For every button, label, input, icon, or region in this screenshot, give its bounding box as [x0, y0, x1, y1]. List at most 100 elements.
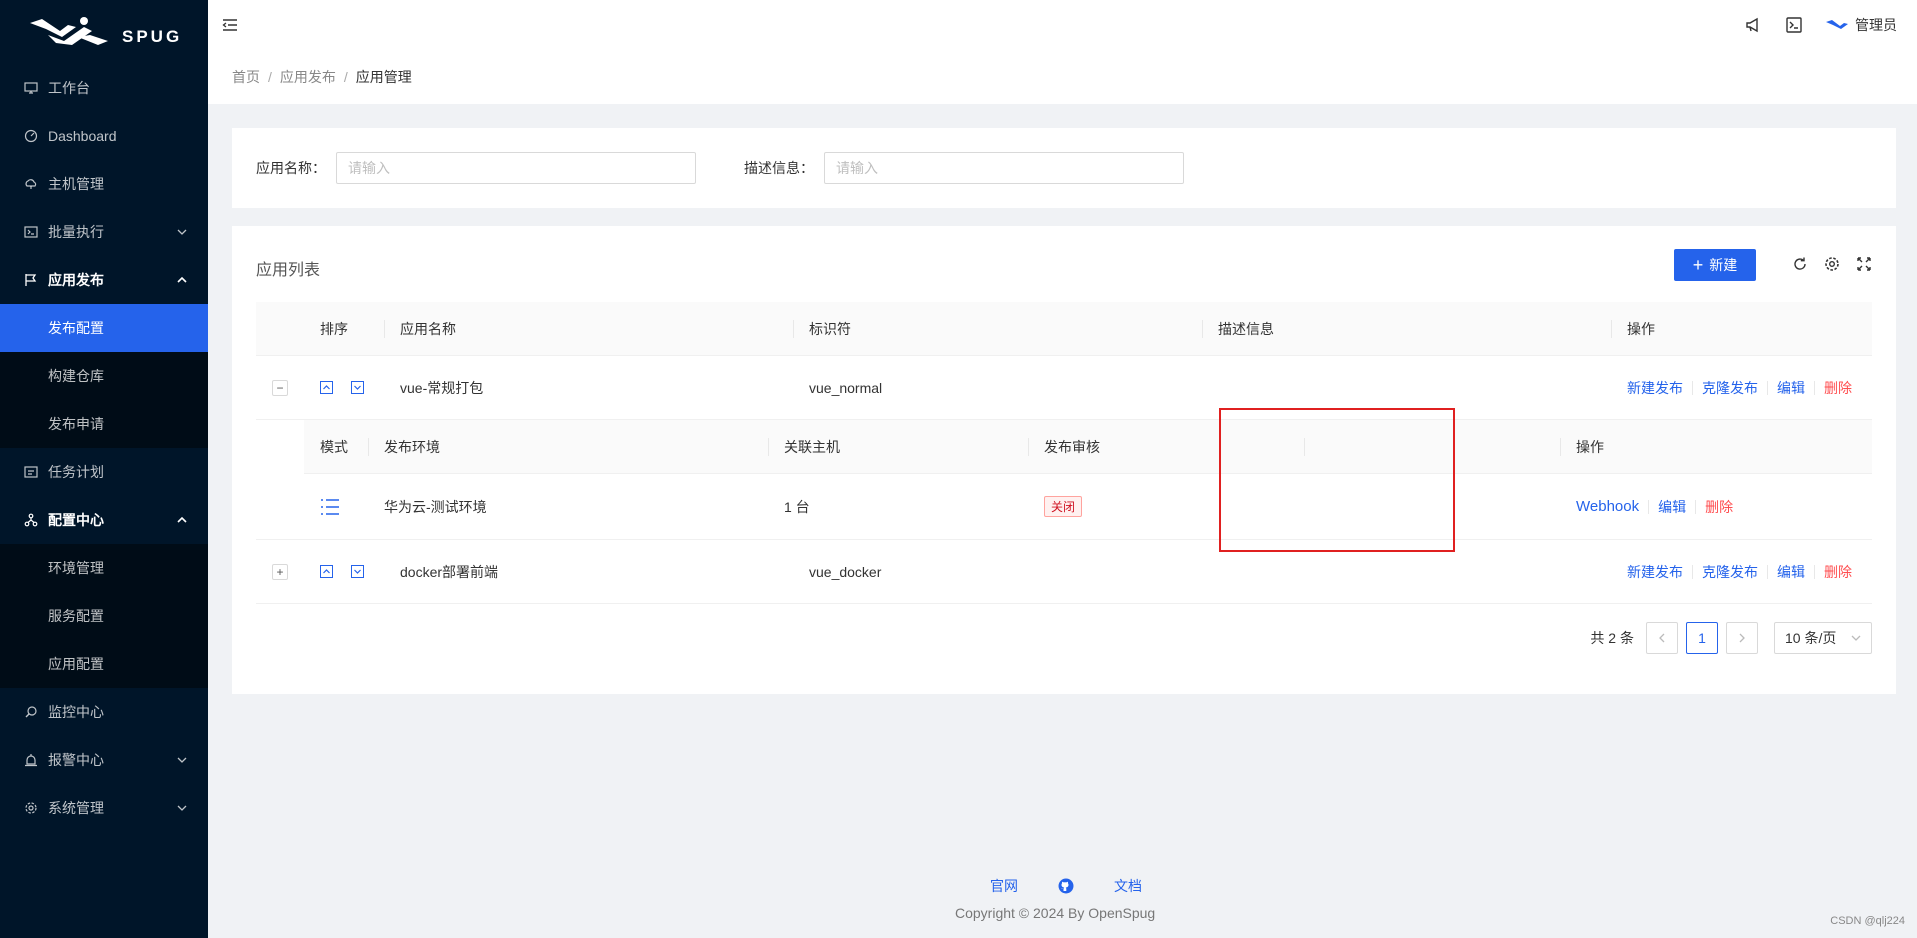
sidebar-item-label: 应用发布 [48, 272, 104, 288]
collapse-row-button[interactable]: − [272, 379, 288, 396]
column-header-desc: 描述信息 [1218, 320, 1274, 337]
nested-table: 模式 发布环境 关联主机 发布审核 操作 华为云-测试环境 1 台 关闭 Web… [304, 420, 1872, 540]
page-1-button[interactable]: 1 [1686, 622, 1718, 654]
watermark-text: CSDN @qlj224 [1830, 915, 1905, 927]
chevron-left-icon [1659, 633, 1665, 643]
column-header-audit: 发布审核 [1044, 438, 1100, 455]
table-row: + docker部署前端 vue_docker 新建发布 克隆发布 编辑 删除 [256, 540, 1872, 604]
sidebar-item-monitor[interactable]: 监控中心 [0, 688, 208, 736]
terminal-icon[interactable] [1785, 16, 1803, 34]
cloud-server-icon [24, 177, 38, 191]
expand-row-button[interactable]: + [272, 563, 288, 580]
sidebar-item-deploy[interactable]: 应用发布 [0, 256, 208, 304]
chevron-down-icon [177, 757, 187, 763]
delete-link[interactable]: 删除 [1824, 378, 1852, 398]
sidebar-subitem-service-config[interactable]: 服务配置 [0, 592, 208, 640]
avatar [1826, 20, 1848, 29]
user-menu[interactable]: 管理员 [1825, 15, 1897, 35]
row-actions: 新建发布 克隆发布 编辑 删除 [1627, 356, 1852, 419]
column-header-env: 发布环境 [384, 438, 440, 455]
chevron-up-icon [177, 276, 187, 283]
chevron-down-icon [177, 229, 187, 235]
move-up-icon[interactable] [320, 381, 333, 394]
top-header: 管理员 [208, 0, 1917, 50]
delete-link[interactable]: 删除 [1824, 562, 1852, 582]
sidebar-item-schedule[interactable]: 任务计划 [0, 448, 208, 496]
move-down-icon[interactable] [351, 565, 364, 578]
table-header: 排序 应用名称 标识符 描述信息 操作 [256, 302, 1872, 356]
breadcrumb-deploy[interactable]: 应用发布 [280, 67, 336, 87]
spug-logo-icon [30, 17, 108, 45]
sidebar-subitem-deploy-config[interactable]: 发布配置 [0, 304, 208, 352]
webhook-link[interactable]: Webhook [1576, 498, 1639, 515]
terminal-icon [24, 225, 38, 239]
sidebar-subitem-app-config[interactable]: 应用配置 [0, 640, 208, 688]
column-header-actions: 操作 [1627, 320, 1655, 337]
column-header-mode: 模式 [320, 438, 348, 455]
row-actions: 新建发布 克隆发布 编辑 删除 [1627, 540, 1852, 603]
logo-text: SPUG [122, 27, 183, 46]
footer-docs-link[interactable]: 文档 [1114, 876, 1142, 896]
footer-official-site-link[interactable]: 官网 [990, 876, 1018, 896]
new-app-button[interactable]: + 新建 [1674, 249, 1756, 281]
github-icon[interactable] [1058, 878, 1074, 894]
next-page-button[interactable] [1726, 622, 1758, 654]
reload-icon[interactable] [1792, 256, 1808, 272]
app-name-label: 应用名称： [256, 160, 326, 176]
delete-link[interactable]: 删除 [1705, 497, 1733, 517]
edit-link[interactable]: 编辑 [1777, 562, 1805, 582]
hosts-cell: 1 台 [784, 498, 810, 515]
notification-icon[interactable] [1745, 16, 1763, 34]
copyright-text: Copyright © 2024 By OpenSpug [955, 905, 1156, 921]
edit-link[interactable]: 编辑 [1658, 497, 1686, 517]
new-deploy-link[interactable]: 新建发布 [1627, 378, 1683, 398]
sidebar-item-alarm[interactable]: 报警中心 [0, 736, 208, 784]
audit-status-badge: 关闭 [1044, 496, 1083, 517]
column-header-name: 应用名称 [400, 320, 456, 337]
logo[interactable]: SPUG [0, 0, 208, 64]
table-row: − vue-常规打包 vue_normal 新建发布 克隆发布 编辑 删除 [256, 356, 1872, 420]
app-key-cell: vue_normal [809, 379, 883, 396]
filter-bar: 应用名称： 描述信息： [232, 128, 1896, 208]
sidebar-item-dashboard[interactable]: Dashboard [0, 112, 208, 160]
gear-icon[interactable] [1824, 256, 1840, 272]
sidebar-item-label: 配置中心 [48, 512, 104, 528]
schedule-icon [24, 465, 38, 479]
clone-deploy-link[interactable]: 克隆发布 [1702, 562, 1758, 582]
column-header-nested-actions: 操作 [1576, 438, 1604, 455]
fullscreen-icon[interactable] [1856, 256, 1872, 272]
sidebar-item-hosts[interactable]: 主机管理 [0, 160, 208, 208]
deployment-icon [24, 513, 38, 527]
clone-deploy-link[interactable]: 克隆发布 [1702, 378, 1758, 398]
chevron-down-icon [177, 805, 187, 811]
page-size-select[interactable]: 10 条/页 [1774, 622, 1872, 654]
app-name-input[interactable] [336, 152, 696, 184]
column-header-sort: 排序 [320, 320, 348, 337]
sidebar-item-workbench[interactable]: 工作台 [0, 64, 208, 112]
description-input[interactable] [824, 152, 1184, 184]
sidebar-item-label: 批量执行 [48, 224, 104, 240]
move-down-icon[interactable] [351, 381, 364, 394]
chevron-down-icon [1851, 635, 1861, 641]
prev-page-button[interactable] [1646, 622, 1678, 654]
expanded-row: 模式 发布环境 关联主机 发布审核 操作 华为云-测试环境 1 台 关闭 Web… [256, 420, 1872, 540]
sidebar-item-config[interactable]: 配置中心 [0, 496, 208, 544]
breadcrumb-home[interactable]: 首页 [232, 67, 260, 87]
setting-icon [24, 801, 38, 815]
new-deploy-link[interactable]: 新建发布 [1627, 562, 1683, 582]
sidebar-subitem-build-repo[interactable]: 构建仓库 [0, 352, 208, 400]
submenu-deploy: 发布配置 构建仓库 发布申请 [0, 304, 208, 448]
dashboard-icon [24, 129, 38, 143]
sidebar-item-label: Dashboard [48, 128, 117, 144]
footer-links: 官网 文档 [990, 876, 1142, 896]
app-key-cell: vue_docker [809, 563, 882, 580]
sidebar-subitem-env[interactable]: 环境管理 [0, 544, 208, 592]
total-count: 共 2 条 [1590, 630, 1634, 646]
move-up-icon[interactable] [320, 565, 333, 578]
sidebar-item-batch[interactable]: 批量执行 [0, 208, 208, 256]
sidebar-item-system[interactable]: 系统管理 [0, 784, 208, 832]
sidebar-subitem-deploy-request[interactable]: 发布申请 [0, 400, 208, 448]
menu-fold-icon[interactable] [222, 17, 238, 33]
env-cell: 华为云-测试环境 [384, 498, 487, 515]
edit-link[interactable]: 编辑 [1777, 378, 1805, 398]
